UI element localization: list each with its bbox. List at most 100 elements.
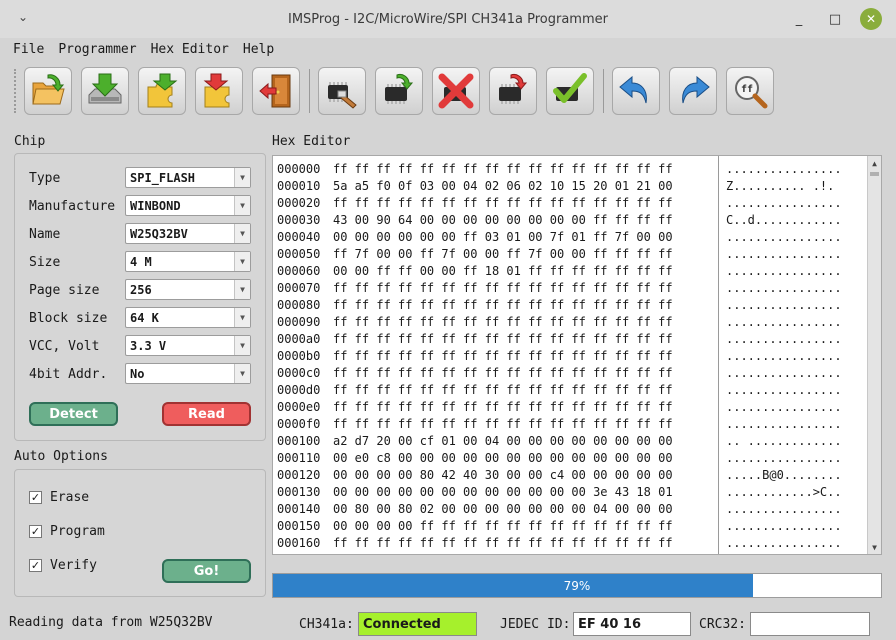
export-button[interactable] xyxy=(195,67,243,115)
chip-manufacture-value: WINBOND xyxy=(130,198,181,213)
hex-row-ascii[interactable]: ................ xyxy=(726,399,842,416)
detect-button[interactable]: Detect xyxy=(29,402,118,426)
hex-row-ascii[interactable]: ................ xyxy=(726,416,842,433)
hex-bytes-column[interactable]: ff ff ff ff ff ff ff ff ff ff ff ff ff f… xyxy=(333,161,673,552)
write-chip-button[interactable] xyxy=(375,67,423,115)
hex-row-bytes[interactable]: 43 00 90 64 00 00 00 00 00 00 00 00 ff f… xyxy=(333,212,673,229)
chip-name-select[interactable]: W25Q32BV ▼ xyxy=(125,223,251,244)
hex-row-ascii[interactable]: ................ xyxy=(726,518,842,535)
hex-editor-view[interactable]: 000000 000010 000020 000030 000040 000050 0000… xyxy=(272,155,882,555)
hex-row-ascii[interactable]: ................ xyxy=(726,331,842,348)
chip-size-select[interactable]: 4 M ▼ xyxy=(125,251,251,272)
hex-row-ascii[interactable]: .. ............. xyxy=(726,433,842,450)
close-button[interactable]: ✕ xyxy=(860,8,882,30)
hex-row-bytes[interactable]: ff ff ff ff ff ff ff ff ff ff ff ff ff f… xyxy=(333,297,673,314)
hex-row-bytes[interactable]: ff ff ff ff ff ff ff ff ff ff ff ff ff f… xyxy=(333,382,673,399)
stop-button[interactable] xyxy=(432,67,480,115)
hex-row-ascii[interactable]: Z.......... .!. xyxy=(726,178,842,195)
hex-row-ascii[interactable]: ................ xyxy=(726,195,842,212)
read-button[interactable]: Read xyxy=(162,402,251,426)
chip-type-select[interactable]: SPI_FLASH ▼ xyxy=(125,167,251,188)
erase-checkbox[interactable]: ✓ xyxy=(29,491,42,504)
hex-scrollbar[interactable]: ▲ ▼ xyxy=(867,156,881,554)
chip-vcc-value: 3.3 V xyxy=(130,338,167,353)
toolbar-grip[interactable] xyxy=(14,69,20,113)
hex-row-ascii[interactable]: ................ xyxy=(726,535,842,552)
hex-row-ascii[interactable]: ................ xyxy=(726,297,842,314)
hex-row-ascii[interactable]: ................ xyxy=(726,161,842,178)
window-menu-chevron-icon[interactable]: ⌄ xyxy=(18,10,28,24)
save-file-button[interactable] xyxy=(81,67,129,115)
hex-row-bytes[interactable]: ff ff ff ff ff ff ff ff ff ff ff ff ff f… xyxy=(333,365,673,382)
chip-block-size-select[interactable]: 64 K ▼ xyxy=(125,307,251,328)
verify-button[interactable] xyxy=(546,67,594,115)
scroll-up-icon[interactable]: ▲ xyxy=(868,156,881,170)
chip-manufacture-select[interactable]: WINBOND ▼ xyxy=(125,195,251,216)
hex-row-bytes[interactable]: 00 00 00 00 ff ff ff ff ff ff ff ff ff f… xyxy=(333,518,673,535)
hex-row-ascii[interactable]: .....B@0........ xyxy=(726,467,842,484)
maximize-button[interactable]: □ xyxy=(824,8,846,30)
hex-row-bytes[interactable]: ff ff ff ff ff ff ff ff ff ff ff ff ff f… xyxy=(333,314,673,331)
hex-row-addr: 000010 xyxy=(277,179,321,194)
hex-row-ascii[interactable]: ............>C.. xyxy=(726,484,842,501)
hex-row-bytes[interactable]: ff 7f 00 00 ff 7f 00 00 ff 7f 00 00 ff f… xyxy=(333,246,673,263)
menu-file[interactable]: File xyxy=(13,42,44,57)
hex-row-ascii[interactable]: ................ xyxy=(726,314,842,331)
hex-row-ascii[interactable]: ................ xyxy=(726,263,842,280)
hex-row-bytes[interactable]: ff ff ff ff ff ff ff ff ff ff ff ff ff f… xyxy=(333,280,673,297)
erase-chip-button[interactable] xyxy=(318,67,366,115)
hex-row-ascii[interactable]: ................ xyxy=(726,348,842,365)
minimize-button[interactable]: _ xyxy=(788,8,810,30)
erase-option-label: Erase xyxy=(50,490,90,505)
crc32-label: CRC32: xyxy=(699,617,746,632)
hex-divider xyxy=(718,156,719,554)
hex-row-ascii[interactable]: ................ xyxy=(726,365,842,382)
find-button[interactable]: ff xyxy=(726,67,774,115)
chip-4bit-addr-select[interactable]: No ▼ xyxy=(125,363,251,384)
hex-row-ascii[interactable]: ................ xyxy=(726,382,842,399)
hex-row-bytes[interactable]: ff ff ff ff ff ff ff ff ff ff ff ff ff f… xyxy=(333,399,673,416)
read-chip-button[interactable] xyxy=(489,67,537,115)
hex-row-ascii[interactable]: ................ xyxy=(726,229,842,246)
menu-programmer[interactable]: Programmer xyxy=(58,42,136,57)
chip-panel: Type SPI_FLASH ▼ Manufacture WINBOND ▼ N… xyxy=(14,153,266,441)
import-button[interactable] xyxy=(138,67,186,115)
scroll-down-icon[interactable]: ▼ xyxy=(868,540,881,554)
hex-row-bytes[interactable]: 00 e0 c8 00 00 00 00 00 00 00 00 00 00 0… xyxy=(333,450,673,467)
erase-option[interactable]: ✓ Erase xyxy=(29,490,89,505)
program-option[interactable]: ✓ Program xyxy=(29,524,105,539)
menu-help[interactable]: Help xyxy=(243,42,274,57)
program-checkbox[interactable]: ✓ xyxy=(29,525,42,538)
verify-option[interactable]: ✓ Verify xyxy=(29,558,97,573)
hex-row-bytes[interactable]: ff ff ff ff ff ff ff ff ff ff ff ff ff f… xyxy=(333,331,673,348)
hex-row-bytes[interactable]: ff ff ff ff ff ff ff ff ff ff ff ff ff f… xyxy=(333,348,673,365)
hex-row-bytes[interactable]: 00 80 00 80 02 00 00 00 00 00 00 00 04 0… xyxy=(333,501,673,518)
hex-row-ascii[interactable]: ................ xyxy=(726,280,842,297)
hex-row-bytes[interactable]: 00 00 00 00 80 42 40 30 00 00 c4 00 00 0… xyxy=(333,467,673,484)
chip-vcc-select[interactable]: 3.3 V ▼ xyxy=(125,335,251,356)
hex-row-bytes[interactable]: ff ff ff ff ff ff ff ff ff ff ff ff ff f… xyxy=(333,535,673,552)
hex-row-bytes[interactable]: ff ff ff ff ff ff ff ff ff ff ff ff ff f… xyxy=(333,161,673,178)
hex-row-bytes[interactable]: 00 00 00 00 00 00 00 00 00 00 00 00 3e 4… xyxy=(333,484,673,501)
hex-row-ascii[interactable]: ................ xyxy=(726,501,842,518)
scroll-thumb[interactable] xyxy=(870,172,879,176)
hex-row-bytes[interactable]: a2 d7 20 00 cf 01 00 04 00 00 00 00 00 0… xyxy=(333,433,673,450)
hex-row-bytes[interactable]: ff ff ff ff ff ff ff ff ff ff ff ff ff f… xyxy=(333,195,673,212)
hex-row-bytes[interactable]: ff ff ff ff ff ff ff ff ff ff ff ff ff f… xyxy=(333,416,673,433)
hex-row-ascii[interactable]: ................ xyxy=(726,246,842,263)
hex-row-ascii[interactable]: ................ xyxy=(726,450,842,467)
chip-page-size-select[interactable]: 256 ▼ xyxy=(125,279,251,300)
hex-row-bytes[interactable]: 00 00 00 00 00 00 ff 03 01 00 7f 01 ff 7… xyxy=(333,229,673,246)
exit-button[interactable] xyxy=(252,67,300,115)
open-file-button[interactable] xyxy=(24,67,72,115)
menu-hex-editor[interactable]: Hex Editor xyxy=(151,42,229,57)
undo-button[interactable] xyxy=(612,67,660,115)
hex-row-bytes[interactable]: 00 00 ff ff 00 00 ff 18 01 ff ff ff ff f… xyxy=(333,263,673,280)
hex-row-ascii[interactable]: C..d............ xyxy=(726,212,842,229)
redo-button[interactable] xyxy=(669,67,717,115)
hex-ascii-column[interactable]: ................ Z.......... .!..........… xyxy=(726,161,842,552)
go-button[interactable]: Go! xyxy=(162,559,251,583)
chip-vcc-label: VCC, Volt xyxy=(29,338,100,354)
verify-checkbox[interactable]: ✓ xyxy=(29,559,42,572)
hex-row-bytes[interactable]: 5a a5 f0 0f 03 00 04 02 06 02 10 15 20 0… xyxy=(333,178,673,195)
